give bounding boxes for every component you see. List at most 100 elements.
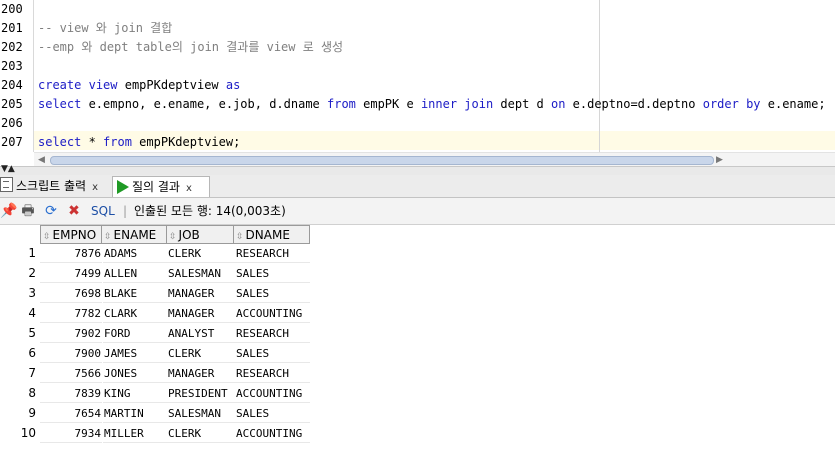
- cell-job[interactable]: MANAGER: [167, 364, 234, 383]
- cell-job[interactable]: SALESMAN: [167, 264, 234, 283]
- row-number[interactable]: 8: [0, 384, 40, 403]
- cell-dname[interactable]: ACCOUNTING: [234, 424, 310, 443]
- row-number[interactable]: 3: [0, 284, 40, 303]
- column-header-empno[interactable]: ⇳ EMPNO: [40, 225, 102, 244]
- result-toolbar: 📌 🖶 ⟳ ✖ SQL | 인출된 모든 행: 14(0,003초): [0, 198, 835, 225]
- collapse-arrows-icon[interactable]: ▼▲: [1, 164, 15, 174]
- tab-script-output[interactable]: 스크립트 출력 x: [0, 176, 110, 196]
- tab-close-icon[interactable]: x: [186, 183, 192, 194]
- cell-empno[interactable]: 7499: [40, 264, 102, 283]
- cell-dname[interactable]: SALES: [234, 344, 310, 363]
- tab-query-result[interactable]: 질의 결과 x: [112, 176, 210, 197]
- cell-ename[interactable]: ALLEN: [103, 264, 167, 283]
- cell-empno[interactable]: 7698: [40, 284, 102, 303]
- row-number[interactable]: 2: [0, 264, 40, 283]
- cell-ename[interactable]: CLARK: [103, 304, 167, 323]
- cell-job[interactable]: SALESMAN: [167, 404, 234, 423]
- sql-editor[interactable]: 200 201 202 203 204 205 206 207 -- view 와 join …: [0, 0, 835, 166]
- cell-ename[interactable]: MILLER: [103, 424, 167, 443]
- row-number[interactable]: 9: [0, 404, 40, 423]
- line-number: 205: [1, 97, 23, 111]
- table-row[interactable]: 4 7782 CLARK MANAGER ACCOUNTING: [0, 304, 310, 324]
- cell-dname[interactable]: ACCOUNTING: [234, 384, 310, 403]
- sql-keyword: from: [103, 135, 132, 149]
- cell-dname[interactable]: RESEARCH: [234, 324, 310, 343]
- column-header-ename[interactable]: ⇳ ENAME: [102, 225, 167, 244]
- table-row[interactable]: 5 7902 FORD ANALYST RESEARCH: [0, 324, 310, 344]
- cell-empno[interactable]: 7839: [40, 384, 102, 403]
- sort-icon[interactable]: ⇳: [43, 232, 51, 242]
- table-row[interactable]: 6 7900 JAMES CLERK SALES: [0, 344, 310, 364]
- sql-button[interactable]: SQL: [91, 203, 115, 219]
- table-row[interactable]: 9 7654 MARTIN SALESMAN SALES: [0, 404, 310, 424]
- row-number[interactable]: 6: [0, 344, 40, 363]
- cell-dname[interactable]: SALES: [234, 404, 310, 423]
- tab-query-result-label: 질의 결과: [132, 180, 180, 194]
- cell-job[interactable]: ANALYST: [167, 324, 234, 343]
- cell-empno[interactable]: 7654: [40, 404, 102, 423]
- code-line[interactable]: create view empPKdeptview as: [38, 76, 240, 95]
- cell-job[interactable]: CLERK: [167, 244, 234, 263]
- cell-dname[interactable]: ACCOUNTING: [234, 304, 310, 323]
- cell-empno[interactable]: 7782: [40, 304, 102, 323]
- delete-icon[interactable]: ✖: [66, 203, 82, 219]
- cell-empno[interactable]: 7566: [40, 364, 102, 383]
- cell-ename[interactable]: BLAKE: [103, 284, 167, 303]
- column-header-dname[interactable]: ⇳ DNAME: [234, 225, 310, 244]
- cell-ename[interactable]: FORD: [103, 324, 167, 343]
- result-grid[interactable]: ⇳ EMPNO ⇳ ENAME ⇳ JOB ⇳ DNAME 1 7876 ADAMS CLER…: [0, 225, 835, 449]
- tab-close-icon[interactable]: x: [92, 182, 98, 193]
- print-icon[interactable]: 🖶: [20, 203, 36, 219]
- table-row[interactable]: 8 7839 KING PRESIDENT ACCOUNTING: [0, 384, 310, 404]
- row-number[interactable]: 7: [0, 364, 40, 383]
- table-row[interactable]: 1 7876 ADAMS CLERK RESEARCH: [0, 244, 310, 264]
- editor-horizontal-scrollbar[interactable]: ◀ ▶: [34, 152, 835, 166]
- cell-job[interactable]: MANAGER: [167, 284, 234, 303]
- cell-dname[interactable]: RESEARCH: [234, 244, 310, 263]
- sort-icon[interactable]: ⇳: [169, 232, 177, 242]
- row-number[interactable]: 4: [0, 304, 40, 323]
- table-row[interactable]: 2 7499 ALLEN SALESMAN SALES: [0, 264, 310, 284]
- code-line[interactable]: select * from empPKdeptview;: [38, 133, 240, 152]
- sql-text: e.empno, e.ename, e.job, d.dname: [81, 97, 327, 111]
- sql-text: dept d: [493, 97, 551, 111]
- cell-ename[interactable]: JAMES: [103, 344, 167, 363]
- cell-dname[interactable]: RESEARCH: [234, 364, 310, 383]
- cell-dname[interactable]: SALES: [234, 264, 310, 283]
- row-number[interactable]: 1: [0, 244, 40, 263]
- table-row[interactable]: 3 7698 BLAKE MANAGER SALES: [0, 284, 310, 304]
- scrollbar-thumb[interactable]: [50, 156, 714, 165]
- table-row[interactable]: 7 7566 JONES MANAGER RESEARCH: [0, 364, 310, 384]
- pin-icon[interactable]: 📌: [0, 203, 17, 219]
- sql-text: e.ename;: [760, 97, 826, 111]
- cell-job[interactable]: MANAGER: [167, 304, 234, 323]
- cell-ename[interactable]: ADAMS: [103, 244, 167, 263]
- sort-icon[interactable]: ⇳: [104, 232, 112, 242]
- cell-job[interactable]: CLERK: [167, 424, 234, 443]
- cell-empno[interactable]: 7876: [40, 244, 102, 263]
- cell-ename[interactable]: KING: [103, 384, 167, 403]
- refresh-icon[interactable]: ⟳: [43, 203, 59, 219]
- column-header-job[interactable]: ⇳ JOB: [167, 225, 234, 244]
- cell-empno[interactable]: 7900: [40, 344, 102, 363]
- code-line[interactable]: --emp 와 dept table의 join 결과를 view 로 생성: [38, 38, 343, 57]
- cell-job[interactable]: CLERK: [167, 344, 234, 363]
- cell-ename[interactable]: JONES: [103, 364, 167, 383]
- cell-dname[interactable]: SALES: [234, 284, 310, 303]
- cell-empno[interactable]: 7902: [40, 324, 102, 343]
- scroll-left-icon[interactable]: ◀: [38, 155, 45, 165]
- scroll-right-icon[interactable]: ▶: [716, 155, 723, 165]
- row-number[interactable]: 10: [0, 424, 40, 443]
- sql-text: empPKdeptview: [117, 78, 226, 92]
- row-number[interactable]: 5: [0, 324, 40, 343]
- sort-icon[interactable]: ⇳: [236, 232, 244, 242]
- sql-comment: -- view 와 join 결합: [38, 21, 173, 35]
- code-line[interactable]: select e.empno, e.ename, e.job, d.dname …: [38, 95, 826, 114]
- sql-text: e.deptno=d.deptno: [565, 97, 703, 111]
- cell-job[interactable]: PRESIDENT: [167, 384, 234, 403]
- cell-empno[interactable]: 7934: [40, 424, 102, 443]
- table-row[interactable]: 10 7934 MILLER CLERK ACCOUNTING: [0, 424, 310, 444]
- code-line[interactable]: -- view 와 join 결합: [38, 19, 172, 38]
- cell-ename[interactable]: MARTIN: [103, 404, 167, 423]
